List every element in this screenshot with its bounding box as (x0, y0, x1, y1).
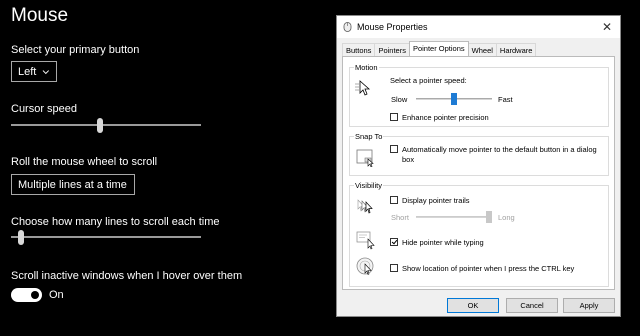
cursor-speed-label: Cursor speed (11, 103, 78, 115)
dialog-titlebar[interactable]: Mouse Properties ✕ (337, 16, 620, 38)
enhance-precision-label: Enhance pointer precision (402, 113, 489, 122)
toggle-knob (31, 291, 39, 299)
auto-move-pointer-label-cont: box (402, 155, 415, 164)
pointer-speed-label: Select a pointer speed: (390, 76, 467, 85)
auto-move-pointer-checkbox[interactable] (390, 145, 398, 153)
snap-to-group: Snap To Automatically move pointer to th… (349, 132, 609, 176)
hide-pointer-icon (356, 231, 375, 250)
scroll-wheel-value: Multiple lines at a time (18, 178, 127, 191)
mouse-icon (343, 22, 352, 32)
scroll-wheel-label: Roll the mouse wheel to scroll (11, 156, 158, 168)
show-location-label: Show location of pointer when I press th… (402, 264, 575, 273)
lines-to-scroll-label: Choose how many lines to scroll each tim… (11, 216, 220, 228)
tab-bar: Buttons Pointers Pointer Options Wheel H… (342, 41, 537, 56)
pointer-speed-thumb[interactable] (451, 93, 457, 105)
enhance-precision-checkbox[interactable] (390, 113, 398, 121)
cursor-speed-track (11, 124, 201, 126)
tab-wheel[interactable]: Wheel (467, 43, 497, 56)
show-location-checkbox[interactable] (390, 264, 398, 272)
ok-button[interactable]: OK (447, 298, 499, 313)
pointer-trails-thumb[interactable] (486, 211, 492, 223)
snap-to-group-title: Snap To (354, 132, 384, 141)
motion-group-title: Motion (354, 63, 379, 72)
pointer-speed-icon (355, 80, 371, 96)
tab-buttons[interactable]: Buttons (342, 43, 376, 56)
close-icon[interactable]: ✕ (602, 20, 612, 34)
scroll-inactive-state: On (49, 289, 64, 301)
hide-pointer-label: Hide pointer while typing (402, 238, 484, 247)
cancel-button[interactable]: Cancel (506, 298, 558, 313)
pointer-options-panel: Motion Select a pointer speed: Slow Fast… (342, 56, 615, 290)
scroll-inactive-label: Scroll inactive windows when I hover ove… (11, 270, 243, 282)
pointer-trails-track (416, 216, 492, 218)
chevron-down-icon (42, 69, 50, 74)
apply-button[interactable]: Apply (563, 298, 615, 313)
trails-long-label: Long (498, 213, 515, 222)
pointer-location-icon (356, 257, 374, 275)
mouse-settings-pane: Mouse Select your primary button Left Cu… (0, 0, 330, 336)
mouse-properties-dialog: Mouse Properties ✕ Buttons Pointers Poin… (336, 15, 621, 317)
lines-to-scroll-track (11, 236, 201, 238)
tab-pointers[interactable]: Pointers (374, 43, 410, 56)
dialog-title: Mouse Properties (357, 22, 428, 32)
speed-fast-label: Fast (498, 95, 513, 104)
pointer-trails-slider[interactable] (416, 211, 492, 223)
motion-group: Motion Select a pointer speed: Slow Fast… (349, 63, 609, 127)
primary-button-dropdown[interactable]: Left (11, 61, 57, 82)
lines-to-scroll-slider[interactable] (11, 230, 201, 245)
speed-slow-label: Slow (391, 95, 408, 104)
pointer-speed-slider[interactable] (416, 93, 492, 105)
trails-short-label: Short (391, 213, 409, 222)
snap-to-icon (356, 149, 374, 167)
cursor-speed-slider[interactable] (11, 118, 201, 133)
auto-move-pointer-label: Automatically move pointer to the defaul… (402, 145, 597, 154)
visibility-group-title: Visibility (354, 181, 383, 190)
tab-pointer-options[interactable]: Pointer Options (408, 41, 469, 56)
cursor-speed-thumb[interactable] (97, 118, 103, 133)
scroll-inactive-toggle[interactable] (11, 288, 42, 302)
lines-to-scroll-thumb[interactable] (18, 230, 24, 245)
page-title: Mouse (11, 5, 69, 26)
pointer-trails-checkbox[interactable] (390, 196, 398, 204)
primary-button-label: Select your primary button (11, 44, 140, 56)
pointer-trails-label: Display pointer trails (402, 196, 470, 205)
pointer-trails-icon (357, 199, 373, 214)
visibility-group: Visibility Display pointer trails Short … (349, 181, 609, 287)
tab-hardware[interactable]: Hardware (495, 43, 537, 56)
hide-pointer-checkbox[interactable] (390, 238, 398, 246)
scroll-wheel-dropdown[interactable]: Multiple lines at a time (11, 174, 135, 195)
primary-button-value: Left (18, 65, 37, 78)
